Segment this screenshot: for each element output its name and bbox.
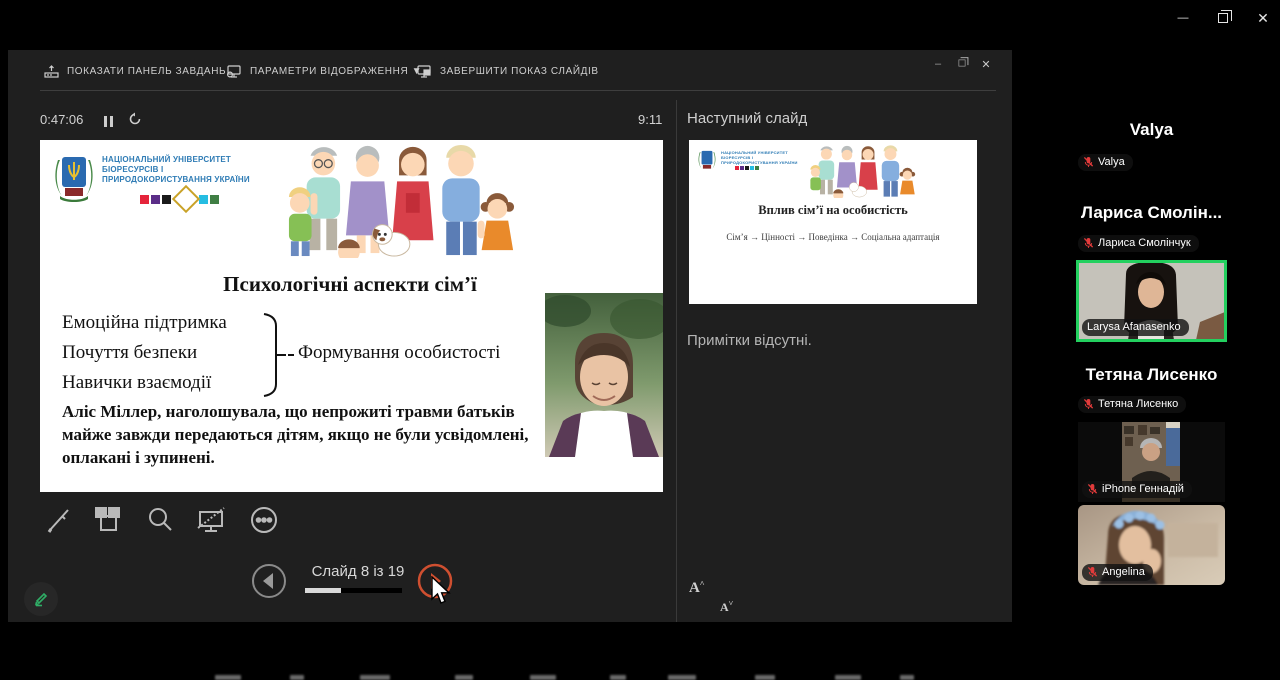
panel-divider	[676, 100, 677, 622]
participant-video-angelina[interactable]: Angelina	[1078, 505, 1225, 585]
family-illustration-small	[810, 145, 916, 198]
mic-muted-icon	[1083, 237, 1094, 249]
brace-shape	[263, 313, 294, 397]
window-close-button[interactable]: ✕	[1248, 5, 1278, 31]
clock: 9:11	[638, 112, 663, 127]
slides-grid-icon	[95, 507, 120, 531]
presenter-restore-button[interactable]	[950, 57, 974, 71]
window-minimize-button[interactable]: —	[1168, 5, 1198, 31]
show-taskbar-button[interactable]: ПОКАЗАТИ ПАНЕЛЬ ЗАВДАНЬ	[44, 64, 226, 79]
participant-video-larysa[interactable]: Larysa Afanasenko	[1076, 260, 1227, 342]
participant-tile-tetyana[interactable]: Тетяна Лисенко Тетяна Лисенко	[1078, 350, 1225, 422]
slide-bullets: Емоційна підтримка Почуття безпеки Навич…	[62, 308, 227, 398]
see-all-slides-button[interactable]	[90, 502, 126, 543]
next-slide-header: Наступний слайд	[687, 110, 808, 127]
pen-tool-button[interactable]	[42, 502, 78, 543]
minimize-icon: –	[934, 58, 942, 70]
elapsed-timer: 0:47:06	[40, 112, 84, 127]
participant-nameplate: Angelina	[1082, 564, 1153, 581]
bullet-item: Навички взаємодії	[62, 372, 212, 393]
minimize-icon: —	[1177, 12, 1189, 24]
more-options-button[interactable]	[246, 502, 282, 543]
restore-icon	[958, 57, 969, 67]
taskbar-icon	[44, 65, 59, 78]
magnifier-icon	[149, 508, 172, 531]
diamond-icon	[171, 184, 201, 214]
alice-miller-photo	[545, 293, 663, 457]
end-slideshow-button[interactable]: ЗАВЕРШИТИ ПОКАЗ СЛАЙДІВ	[416, 64, 599, 79]
end-show-icon	[417, 65, 431, 78]
display-settings-button[interactable]: ПАРАМЕТРИ ВІДОБРАЖЕННЯ ▼	[226, 64, 422, 79]
university-name: НАЦІОНАЛЬНИЙ УНІВЕРСИТЕТ БІОРЕСУРСІВ І П…	[102, 155, 250, 184]
participant-tile-larysa-name[interactable]: Лариса Смолін... Лариса Смолінчук	[1078, 185, 1225, 263]
participant-nameplate: Larysa Afanasenko	[1082, 319, 1189, 336]
restore-icon	[1218, 10, 1232, 23]
show-taskbar-label: ПОКАЗАТИ ПАНЕЛЬ ЗАВДАНЬ	[67, 66, 227, 77]
window-controls: — ✕	[1168, 5, 1278, 31]
annotate-pencil-icon	[34, 592, 48, 607]
font-increase-icon: A	[689, 580, 700, 596]
presenter-window-controls: – ✕	[926, 57, 998, 71]
font-decrease-icon: A	[720, 600, 729, 614]
next-slide-title: Вплив сім’ї на особистість	[758, 203, 908, 217]
mouse-cursor	[431, 576, 451, 604]
end-slideshow-label: ЗАВЕРШИТИ ПОКАЗ СЛАЙДІВ	[440, 66, 599, 77]
current-slide: НАЦІОНАЛЬНИЙ УНІВЕРСИТЕТ БІОРЕСУРСІВ І П…	[40, 140, 663, 492]
zoom-slide-button[interactable]	[142, 502, 178, 543]
progress-fill	[305, 588, 341, 593]
window-restore-button[interactable]	[1208, 5, 1238, 31]
brace-result-label: Формування особистості	[298, 342, 501, 363]
black-screen-icon	[197, 507, 225, 532]
slide-title: Психологічні аспекти сім’ї	[223, 272, 477, 296]
pen-icon	[47, 509, 69, 533]
participant-nameplate: Тетяна Лисенко	[1078, 396, 1187, 413]
participant-display-name: Лариса Смолін...	[1080, 203, 1223, 222]
presenter-view-window: – ✕ ПОКАЗАТИ ПАНЕЛЬ ЗАВДАНЬ ПАРАМЕТРИ ВІ…	[8, 50, 1012, 622]
previous-arrow-icon	[252, 564, 286, 598]
display-settings-icon	[226, 65, 241, 78]
close-icon: ✕	[981, 59, 991, 71]
black-screen-button[interactable]	[192, 502, 230, 543]
university-logo-small	[698, 150, 716, 169]
mic-muted-icon	[1083, 398, 1094, 410]
close-icon: ✕	[1257, 9, 1269, 26]
mic-muted-icon	[1087, 566, 1098, 578]
participant-nameplate: Лариса Смолінчук	[1078, 235, 1199, 252]
university-name-small: НАЦІОНАЛЬНИЙ УНІВЕРСИТЕТ БІОРЕСУРСІВ І П…	[721, 150, 798, 165]
participant-display-name: Тетяна Лисенко	[1085, 365, 1218, 384]
timer-restart-button[interactable]	[128, 112, 142, 131]
next-slide-thumbnail[interactable]: НАЦІОНАЛЬНИЙ УНІВЕРСИТЕТ БІОРЕСУРСІВ І П…	[689, 140, 977, 304]
notes-empty-text: Примітки відсутні.	[687, 332, 812, 349]
participant-nameplate: iPhone Геннадій	[1082, 481, 1192, 498]
display-settings-label: ПАРАМЕТРИ ВІДОБРАЖЕННЯ ▼	[250, 66, 423, 77]
participant-tile-valya[interactable]: Valya Valya	[1078, 100, 1225, 180]
family-illustration	[288, 144, 515, 258]
mic-muted-icon	[1083, 156, 1094, 168]
annotation-tool-button[interactable]	[24, 582, 58, 616]
bullet-item: Емоційна підтримка	[62, 312, 227, 333]
mic-muted-icon	[1087, 483, 1098, 495]
presenter-minimize-button[interactable]: –	[926, 58, 950, 71]
sdg-icons	[140, 184, 221, 214]
toolbar-divider	[40, 90, 996, 91]
participant-nameplate: Valya	[1078, 154, 1133, 171]
pause-icon	[104, 116, 113, 127]
clipped-bottom-toolbar	[0, 670, 1280, 680]
presenter-close-button[interactable]: ✕	[974, 58, 998, 71]
ellipsis-icon	[251, 507, 277, 533]
previous-slide-button[interactable]	[251, 563, 287, 604]
notes-font-decrease-button[interactable]: A˅	[720, 599, 1280, 615]
sdg-icons-small	[735, 166, 759, 170]
slideshow-progress-bar	[305, 588, 402, 593]
slide-quote: Аліс Міллер, наголошувала, що непрожиті …	[62, 402, 529, 467]
participant-video-hennadii[interactable]: iPhone Геннадій	[1078, 422, 1225, 502]
participant-display-name: Valya	[1129, 120, 1174, 139]
next-slide-flow: Сім’я → Цінності → Поведінка → Соціальна…	[726, 232, 940, 242]
restart-icon	[129, 112, 141, 125]
bullet-item: Почуття безпеки	[62, 342, 198, 363]
timer-pause-button[interactable]	[104, 114, 113, 132]
university-logo	[55, 157, 93, 202]
slide-position-label: Слайд 8 із 19	[311, 563, 405, 580]
